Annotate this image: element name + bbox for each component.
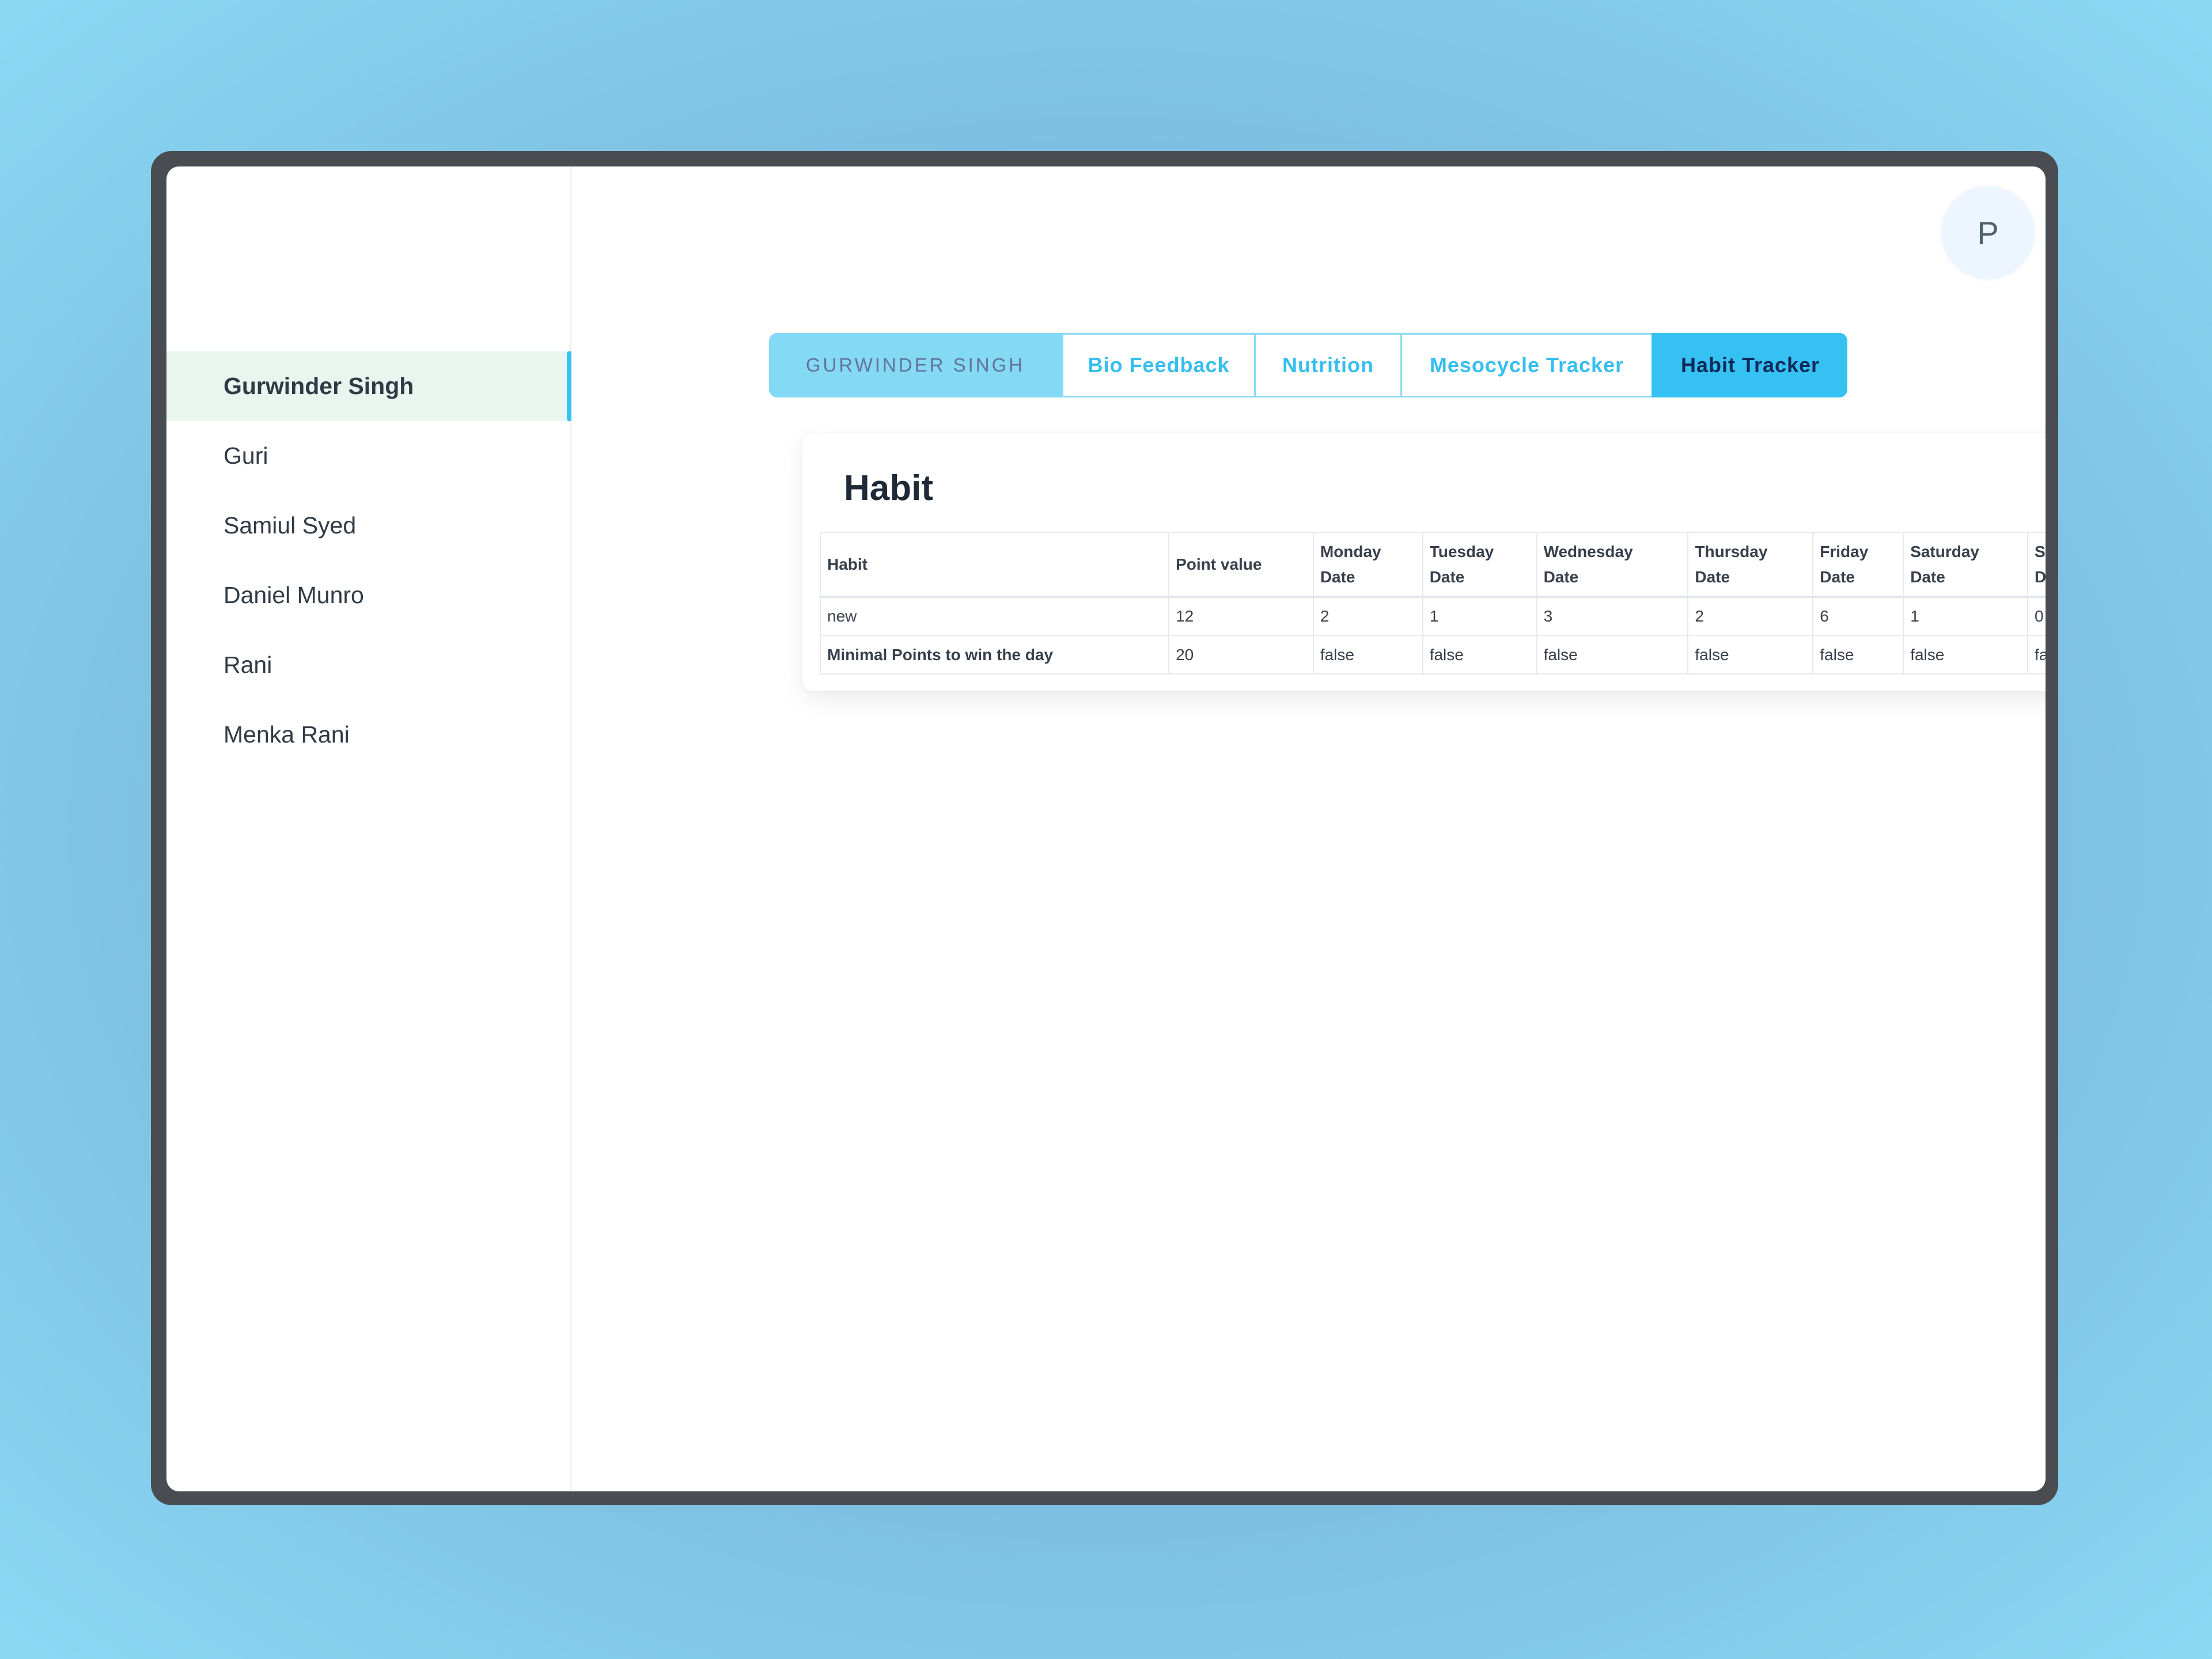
header-line1: Habit bbox=[827, 555, 868, 573]
cell-monday: 2 bbox=[1312, 596, 1423, 636]
cell-tuesday: 1 bbox=[1422, 596, 1537, 636]
sidebar-item-daniel-munro[interactable]: Daniel Munro bbox=[166, 560, 570, 630]
header-line1: Sunday bbox=[2035, 542, 2046, 560]
habit-table: Habit Point value Monday Date Tuesday Date… bbox=[819, 532, 2046, 675]
header-line1: Thursday bbox=[1695, 542, 1768, 560]
cell-saturday: 1 bbox=[1903, 596, 2029, 636]
cell-habit: Minimal Points to win the day bbox=[819, 635, 1170, 675]
header-line2: Date bbox=[1429, 567, 1465, 586]
column-header-thursday[interactable]: Thursday Date bbox=[1687, 532, 1814, 597]
device-frame: Gurwinder Singh Guri Samiul Syed Daniel … bbox=[151, 151, 2058, 1505]
column-header-friday[interactable]: Friday Date bbox=[1812, 532, 1904, 597]
client-name-label: GURWINDER SINGH bbox=[769, 333, 1062, 397]
header-line2: Date bbox=[2035, 567, 2046, 586]
sidebar-item-samiul-syed[interactable]: Samiul Syed bbox=[166, 491, 570, 560]
cell-monday: false bbox=[1312, 635, 1423, 675]
header-line1: Monday bbox=[1320, 542, 1381, 560]
habit-card-title: Habit bbox=[844, 468, 933, 508]
column-header-sunday[interactable]: Sunday Date bbox=[2027, 532, 2046, 597]
cell-friday: false bbox=[1812, 635, 1904, 675]
habit-card: Habit Habit Point value Monday Date Tuesd… bbox=[802, 433, 2046, 691]
column-header-tuesday[interactable]: Tuesday Date bbox=[1422, 532, 1537, 597]
cell-sunday: 0 bbox=[2027, 596, 2046, 636]
cell-point-value: 12 bbox=[1168, 596, 1314, 636]
table-row[interactable]: new 12 2 1 3 2 6 1 0 bbox=[819, 596, 2046, 636]
table-header-row: Habit Point value Monday Date Tuesday Date… bbox=[819, 532, 2046, 597]
column-header-habit[interactable]: Habit bbox=[819, 532, 1170, 597]
cell-sunday: false bbox=[2027, 635, 2046, 675]
header-line2: Date bbox=[1543, 567, 1579, 586]
cell-habit: new bbox=[819, 596, 1170, 636]
header-line2: Date bbox=[1695, 567, 1730, 586]
header-line2: Date bbox=[1910, 567, 1945, 586]
header-line1: Tuesday bbox=[1429, 542, 1494, 560]
user-avatar[interactable]: P bbox=[1941, 186, 2035, 279]
tab-habit-tracker[interactable]: Habit Tracker bbox=[1652, 333, 1847, 397]
cell-wednesday: false bbox=[1536, 635, 1689, 675]
client-tabs: GURWINDER SINGH Bio Feedback Nutrition M… bbox=[769, 333, 1847, 397]
header-line1: Saturday bbox=[1910, 542, 1980, 560]
cell-thursday: 2 bbox=[1687, 596, 1814, 636]
column-header-point-value[interactable]: Point value bbox=[1168, 532, 1314, 597]
cell-wednesday: 3 bbox=[1536, 596, 1689, 636]
cell-point-value: 20 bbox=[1168, 635, 1314, 675]
column-header-monday[interactable]: Monday Date bbox=[1312, 532, 1423, 597]
cell-tuesday: false bbox=[1422, 635, 1537, 675]
tab-nutrition[interactable]: Nutrition bbox=[1254, 333, 1400, 397]
sidebar-item-guri[interactable]: Guri bbox=[166, 421, 570, 491]
client-list: Gurwinder Singh Guri Samiul Syed Daniel … bbox=[166, 351, 571, 770]
main-content: P GURWINDER SINGH Bio Feedback Nutrition… bbox=[571, 166, 2046, 1491]
tab-mesocycle-tracker[interactable]: Mesocycle Tracker bbox=[1400, 333, 1652, 397]
sidebar-item-menka-rani[interactable]: Menka Rani bbox=[166, 700, 570, 770]
cell-thursday: false bbox=[1687, 635, 1814, 675]
table-row[interactable]: Minimal Points to win the day 20 false f… bbox=[819, 635, 2046, 675]
header-line2: Date bbox=[1820, 567, 1855, 586]
column-header-wednesday[interactable]: Wednesday Date bbox=[1536, 532, 1689, 597]
sidebar-item-gurwinder-singh[interactable]: Gurwinder Singh bbox=[166, 351, 571, 421]
header-line1: Friday bbox=[1820, 542, 1869, 560]
tab-bio-feedback[interactable]: Bio Feedback bbox=[1062, 333, 1254, 397]
header-line2: Date bbox=[1320, 567, 1355, 586]
cell-saturday: false bbox=[1903, 635, 2029, 675]
header-line1: Wednesday bbox=[1543, 542, 1633, 560]
app-screen: Gurwinder Singh Guri Samiul Syed Daniel … bbox=[166, 166, 2046, 1491]
cell-friday: 6 bbox=[1812, 596, 1904, 636]
header-line1: Point value bbox=[1176, 555, 1262, 573]
sidebar-item-rani[interactable]: Rani bbox=[166, 630, 570, 700]
column-header-saturday[interactable]: Saturday Date bbox=[1903, 532, 2029, 597]
sidebar: Gurwinder Singh Guri Samiul Syed Daniel … bbox=[166, 166, 571, 1491]
